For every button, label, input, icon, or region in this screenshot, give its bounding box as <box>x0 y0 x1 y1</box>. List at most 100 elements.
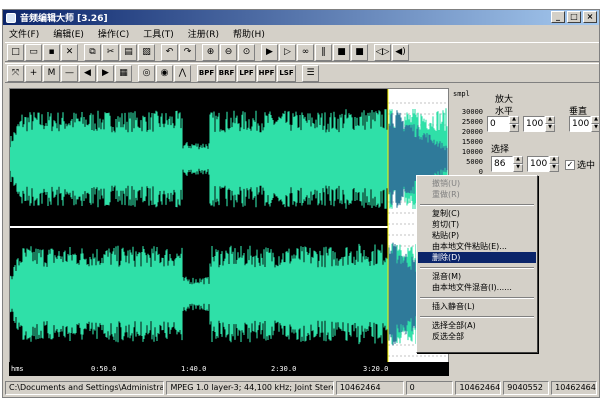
amplitude-tick: 30000 <box>461 108 483 116</box>
play-icon[interactable]: ▶ <box>261 43 278 61</box>
spin-down-icon[interactable]: ▼ <box>591 124 599 132</box>
new-icon[interactable]: □ <box>7 43 24 61</box>
marker-icon[interactable]: M <box>43 64 60 82</box>
context-menu-item[interactable]: 由本地文件粘贴(E)... <box>418 241 536 252</box>
menu-separator <box>420 263 534 268</box>
h-zoom-spinner[interactable]: 100 ▲ ▼ <box>523 116 555 132</box>
context-menu-item[interactable]: 复制(C) <box>418 208 536 219</box>
bpf-icon[interactable]: BPF <box>197 64 216 82</box>
hpf-icon[interactable]: HPF <box>257 64 276 82</box>
status-format: MPEG 1.0 layer-3; 44,100 kHz; Joint Ster… <box>166 381 334 395</box>
normalize-icon[interactable]: ▦ <box>115 64 132 82</box>
v-zoom-field[interactable]: 100 <box>569 116 591 132</box>
fade-in-icon[interactable]: ◀ <box>79 64 96 82</box>
speaker-icon[interactable]: ◁▷ <box>374 43 391 61</box>
brf-icon[interactable]: BRF <box>217 64 236 82</box>
spin-down-icon[interactable]: ▼ <box>513 164 523 172</box>
context-menu-item[interactable]: 粘贴(P) <box>418 230 536 241</box>
time-ruler: hms 0:50.0 1:40.0 2:30.0 3:20.0 <box>9 362 449 376</box>
select-all-icon[interactable]: ⤧ <box>7 64 24 82</box>
save-icon[interactable]: ▪ <box>43 43 60 61</box>
spin-up-icon[interactable]: ▲ <box>545 116 555 124</box>
toolbar-separator <box>156 44 160 60</box>
menu-tools[interactable]: 工具(T) <box>141 27 176 40</box>
right-channel-waveform <box>10 243 448 345</box>
echo-icon[interactable]: ◎ <box>138 64 155 82</box>
menu-operate[interactable]: 操作(C) <box>96 27 131 40</box>
sel-zoom-field[interactable]: 100 <box>527 156 549 172</box>
menu-register[interactable]: 注册(R) <box>186 27 221 40</box>
lpf-icon[interactable]: LPF <box>237 64 256 82</box>
amplify-icon[interactable]: ⋀ <box>174 64 191 82</box>
menu-file[interactable]: 文件(F) <box>7 27 41 40</box>
play-selection-icon[interactable]: ▷ <box>279 43 296 61</box>
spin-down-icon[interactable]: ▼ <box>549 164 559 172</box>
toolbar-separator <box>79 44 83 60</box>
spin-up-icon[interactable]: ▲ <box>549 156 559 164</box>
left-channel-waveform <box>10 108 448 210</box>
context-menu-item[interactable]: 插入静音(L) <box>418 301 536 312</box>
select-label: 选择 <box>491 145 510 155</box>
context-menu-item[interactable]: 反选全部 <box>418 331 536 342</box>
redo-icon[interactable]: ↷ <box>179 43 196 61</box>
checkbox-box[interactable]: ✓ <box>565 159 575 170</box>
mix-paste-icon[interactable]: ▧ <box>138 43 155 61</box>
context-menu-item[interactable]: 混音(M) <box>418 271 536 282</box>
close-icon[interactable]: ✕ <box>61 43 78 61</box>
undo-icon[interactable]: ↶ <box>161 43 178 61</box>
spin-down-icon[interactable]: ▼ <box>509 124 519 132</box>
cut-icon[interactable]: ✂ <box>102 43 119 61</box>
zoom-in-icon[interactable]: ⊕ <box>202 43 219 61</box>
spin-down-icon[interactable]: ▼ <box>545 124 555 132</box>
zoom-out-icon[interactable]: ⊖ <box>220 43 237 61</box>
silence-icon[interactable]: — <box>61 64 78 82</box>
open-icon[interactable]: ▭ <box>25 43 42 61</box>
context-menu-item[interactable]: 删除(D) <box>418 252 536 263</box>
status-file-path: C:\Documents and Settings\Administrator\… <box>5 381 165 395</box>
menu-edit[interactable]: 编辑(E) <box>51 27 86 40</box>
fade-out-icon[interactable]: ▶ <box>97 64 114 82</box>
effects-toolbar: ⤧ + M — ◀ ▶ ▦ ◎ ◉ ⋀ BPF BRF LPF HPF LSF ☰ <box>5 63 599 83</box>
pause-icon[interactable]: ‖ <box>315 43 332 61</box>
reverb-icon[interactable]: ◉ <box>156 64 173 82</box>
menu-separator <box>420 312 534 317</box>
close-button[interactable]: × <box>583 11 597 23</box>
ruler-tick: 2:30.0 <box>271 365 297 373</box>
paste-icon[interactable]: ▤ <box>120 43 137 61</box>
waveform-canvas[interactable] <box>10 89 448 364</box>
waveform-view[interactable] <box>9 88 449 365</box>
spin-up-icon[interactable]: ▲ <box>591 116 599 124</box>
select-checkbox-label: 选中 <box>577 161 596 171</box>
ruler-unit: hms <box>11 365 24 373</box>
select-checkbox[interactable]: ✓ 选中 <box>565 158 595 171</box>
sel-zoom-spinner[interactable]: 100 ▲ ▼ <box>527 156 559 172</box>
loop-icon[interactable]: ∞ <box>297 43 314 61</box>
context-menu-item[interactable]: 选择全部(A) <box>418 320 536 331</box>
sel-start-field[interactable]: 86 <box>491 156 513 172</box>
zoom-fit-icon[interactable]: ⊙ <box>238 43 255 61</box>
menu-help[interactable]: 帮助(H) <box>231 27 267 40</box>
volume-icon[interactable]: ◀) <box>392 43 409 61</box>
stop-icon[interactable]: ■ <box>333 43 350 61</box>
toolbar-separator <box>197 44 201 60</box>
v-zoom-spinner[interactable]: 100 ▲ ▼ <box>569 116 599 132</box>
maximize-button[interactable]: □ <box>567 11 581 23</box>
context-menu-item[interactable]: 剪切(T) <box>418 219 536 230</box>
h-start-field[interactable]: 0 <box>487 116 509 132</box>
record-icon[interactable]: ■ <box>351 43 368 61</box>
spin-up-icon[interactable]: ▲ <box>513 156 523 164</box>
lsf-icon[interactable]: LSF <box>277 64 296 82</box>
sel-start-spinner[interactable]: 86 ▲ ▼ <box>491 156 523 172</box>
h-zoom-field[interactable]: 100 <box>523 116 545 132</box>
status-length: 10462464 <box>335 381 404 395</box>
h-start-spinner[interactable]: 0 ▲ ▼ <box>487 116 519 132</box>
window-controls: _ □ × <box>551 11 597 23</box>
amplitude-tick: 5000 <box>466 158 483 166</box>
eq-icon[interactable]: ☰ <box>302 64 319 82</box>
spin-up-icon[interactable]: ▲ <box>509 116 519 124</box>
minimize-button[interactable]: _ <box>551 11 565 23</box>
context-menu-item[interactable]: 由本地文件混音(I)...... <box>418 282 536 293</box>
cursor-icon[interactable]: + <box>25 64 42 82</box>
copy-icon[interactable]: ⧉ <box>84 43 101 61</box>
menu-bar: 文件(F) 编辑(E) 操作(C) 工具(T) 注册(R) 帮助(H) <box>3 26 599 41</box>
